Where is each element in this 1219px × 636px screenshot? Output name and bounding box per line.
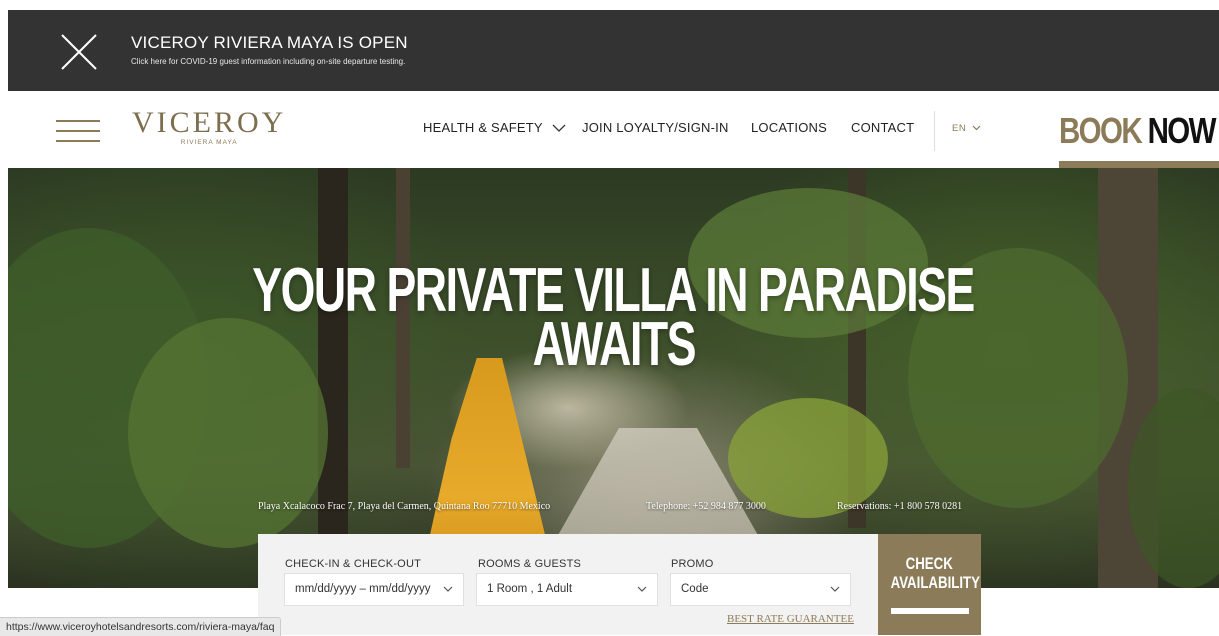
book-now-label: BOOK NOW: [1059, 110, 1216, 152]
booking-widget: CHECK-IN & CHECK-OUT mm/dd/yyyy – mm/dd/…: [258, 534, 878, 635]
book-now-part2: NOW: [1147, 110, 1217, 151]
book-now-button[interactable]: BOOK NOW: [1059, 110, 1219, 174]
chevron-down-icon: [552, 124, 566, 132]
hotel-reservations[interactable]: Reservations: +1 800 578 0281: [837, 501, 962, 512]
rooms-label: ROOMS & GUESTS: [478, 558, 582, 570]
chevron-down-icon: [443, 586, 453, 592]
alert-title[interactable]: VICEROY RIVIERA MAYA IS OPEN: [131, 33, 408, 53]
promo-value: Code: [681, 583, 709, 595]
check-availability-button[interactable]: CHECK AVAILABILITY: [878, 534, 981, 635]
covid-alert-bar[interactable]: VICEROY RIVIERA MAYA IS OPEN Click here …: [8, 10, 1219, 91]
nav-divider: [934, 111, 935, 151]
book-now-part1: BOOK: [1059, 110, 1143, 151]
dates-field[interactable]: mm/dd/yyyy – mm/dd/yyyy: [284, 573, 464, 606]
check-line2: AVAILABILITY: [890, 573, 980, 592]
check-availability-bar: [891, 608, 969, 614]
check-availability-label: CHECK AVAILABILITY: [878, 554, 981, 592]
hamburger-menu-icon[interactable]: [56, 120, 100, 142]
promo-code-select[interactable]: Code: [670, 573, 851, 606]
hotel-telephone[interactable]: Telephone: +52 984 877 3000: [646, 501, 766, 512]
nav-locations[interactable]: LOCATIONS: [751, 120, 827, 135]
nav-health-safety[interactable]: HEALTH & SAFETY: [423, 120, 566, 135]
nav-join-loyalty[interactable]: JOIN LOYALTY/SIGN-IN: [582, 120, 729, 135]
chevron-down-icon: [637, 586, 647, 592]
promo-label: PROMO: [671, 558, 714, 570]
language-label: EN: [952, 123, 967, 134]
alert-subtitle[interactable]: Click here for COVID-19 guest informatio…: [131, 57, 405, 66]
logo-name: VICEROY: [132, 106, 287, 139]
rooms-guests-select[interactable]: 1 Room , 1 Adult: [476, 573, 658, 606]
nav-contact[interactable]: CONTACT: [851, 120, 914, 135]
language-selector[interactable]: EN: [952, 123, 981, 134]
hotel-address: Playa Xcalacoco Frac 7, Playa del Carmen…: [258, 501, 551, 512]
hero-headline-line2: AWAITS: [532, 310, 696, 379]
chevron-down-icon: [972, 126, 981, 131]
dates-value: mm/dd/yyyy – mm/dd/yyyy: [295, 583, 431, 595]
viceroy-logo[interactable]: VICEROY RIVIERA MAYA: [132, 106, 287, 147]
nav-health-safety-label: HEALTH & SAFETY: [423, 120, 543, 135]
logo-location: RIVIERA MAYA: [180, 139, 238, 146]
chevron-down-icon: [830, 586, 840, 592]
main-header: VICEROY RIVIERA MAYA HEALTH & SAFETY JOI…: [8, 91, 1219, 168]
hero-video: YOUR PRIVATE VILLA IN PARADISE AWAITS Pl…: [8, 168, 1219, 588]
check-line1: CHECK: [905, 554, 954, 573]
dates-label: CHECK-IN & CHECK-OUT: [285, 558, 422, 570]
status-bar-url: https://www.viceroyhotelsandresorts.com/…: [0, 617, 282, 636]
best-rate-guarantee-link[interactable]: BEST RATE GUARANTEE: [727, 613, 854, 625]
close-icon[interactable]: [58, 31, 100, 73]
hero-headline: YOUR PRIVATE VILLA IN PARADISE AWAITS: [8, 260, 1219, 379]
rooms-value: 1 Room , 1 Adult: [487, 583, 573, 595]
